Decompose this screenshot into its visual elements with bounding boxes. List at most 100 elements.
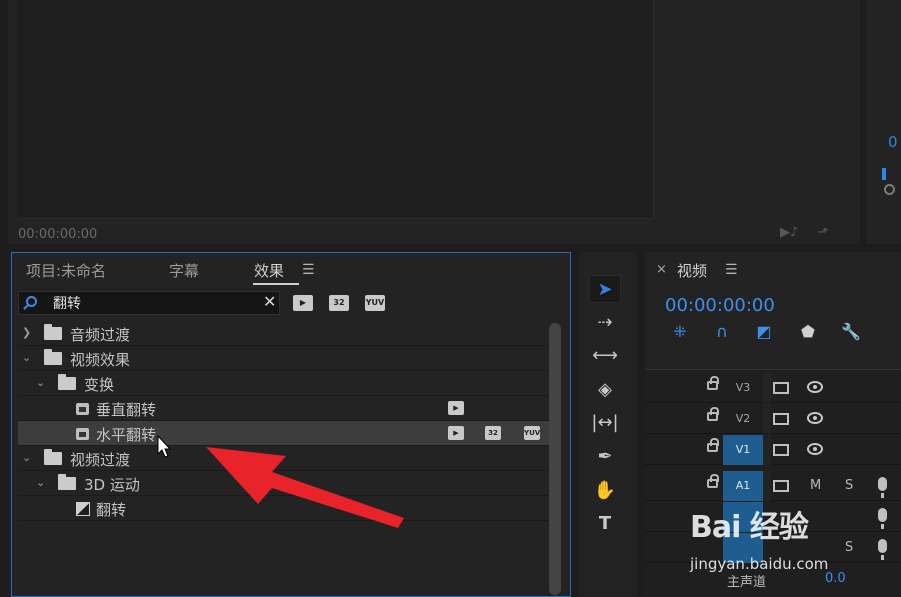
track-name[interactable]: V2	[723, 404, 763, 434]
tab-captions[interactable]: 字幕	[169, 260, 199, 281]
chevron-down-icon[interactable]: ⌄	[36, 476, 46, 489]
program-timecode[interactable]: 00:00:00:00	[18, 227, 97, 242]
tree-item-vertical-flip[interactable]: 垂直翻转 ▶	[18, 396, 550, 421]
tree-item-label: 视频效果	[70, 351, 131, 369]
track-a1[interactable]: A1 M S	[645, 471, 901, 501]
chevron-down-icon[interactable]: ⌄	[22, 351, 32, 364]
yuv-icon[interactable]: YUV	[365, 295, 385, 311]
tree-item-video-transitions[interactable]: ⌄ 视频过渡	[18, 446, 550, 471]
track-v3[interactable]: V3	[645, 373, 901, 403]
baidu-jingyan-watermark: Bai 经验	[690, 510, 809, 545]
snap-icon[interactable]: ∩	[711, 322, 733, 342]
tab-effects[interactable]: 效果	[254, 260, 284, 281]
tree-item-label: 翻转	[96, 501, 127, 519]
clear-search-icon[interactable]: ✕	[263, 292, 276, 311]
tree-item-label: 视频过渡	[70, 451, 131, 469]
search-icon	[26, 296, 37, 307]
chevron-down-icon[interactable]: ⌄	[22, 451, 32, 464]
effects-panel: 项目:未命名 字幕 效果 ☰ ✕ ▶ 32 YUV ❯ 音频过渡 ⌄ 视频效果	[11, 252, 571, 597]
32-bit-icon[interactable]: 32	[329, 295, 349, 311]
track-name[interactable]: V3	[723, 373, 763, 403]
accelerated-effects-icon[interactable]: ▶	[293, 295, 313, 311]
microphone-icon[interactable]	[878, 508, 887, 529]
effects-search-input[interactable]	[53, 295, 253, 311]
lock-icon[interactable]	[707, 438, 719, 452]
tree-item-audio-transitions[interactable]: ❯ 音频过渡	[18, 321, 550, 346]
effects-scrollbar[interactable]	[549, 323, 561, 595]
eye-icon[interactable]	[807, 412, 823, 424]
video-effect-icon	[76, 428, 89, 440]
accelerated-effects-icon: ▶	[448, 401, 464, 415]
program-monitor-screen	[18, 0, 654, 219]
audio-scrub-icon[interactable]: ▶♪	[780, 226, 798, 240]
tree-item-label: 变换	[84, 376, 115, 394]
solo-button[interactable]: S	[845, 540, 853, 555]
slip-icon[interactable]: |↔|	[589, 409, 621, 437]
chevron-right-icon[interactable]: ❯	[22, 326, 32, 339]
lock-icon[interactable]	[707, 376, 719, 390]
lock-icon[interactable]	[707, 474, 719, 488]
microphone-icon[interactable]	[878, 477, 887, 498]
eye-icon[interactable]	[807, 381, 823, 393]
hand-icon[interactable]: ✋	[589, 477, 621, 505]
source-timecode[interactable]: 0	[888, 133, 898, 151]
active-tab-indicator	[253, 283, 299, 285]
tree-item-horizontal-flip[interactable]: 水平翻转 ▶ 32 YUV	[18, 421, 550, 446]
pen-icon[interactable]: ✒	[589, 443, 621, 471]
eye-icon[interactable]	[807, 443, 823, 455]
folder-icon	[44, 349, 62, 365]
source-scrub-handle-icon[interactable]	[884, 184, 895, 195]
hamburger-icon[interactable]: ☰	[725, 262, 738, 278]
selection-tool-icon[interactable]: ➤	[589, 275, 621, 303]
tree-item-label: 水平翻转	[96, 426, 157, 444]
track-v1[interactable]: V1	[645, 435, 901, 465]
tree-item-flip-transition[interactable]: 翻转	[18, 496, 550, 521]
tree-item-video-effects[interactable]: ⌄ 视频效果	[18, 346, 550, 371]
folder-icon	[44, 449, 62, 465]
source-playhead[interactable]	[882, 168, 886, 180]
tree-item-transform[interactable]: ⌄ 变换	[18, 371, 550, 396]
ripple-edit-icon[interactable]: ⟷	[589, 342, 621, 370]
track-separator	[763, 373, 771, 403]
tree-item-3d-motion[interactable]: ⌄ 3D 运动	[18, 471, 550, 496]
hamburger-icon[interactable]: ☰	[302, 262, 315, 278]
chevron-down-icon[interactable]: ⌄	[36, 376, 46, 389]
tree-item-label: 垂直翻转	[96, 401, 157, 419]
timeline-timecode[interactable]: 00:00:00:00	[665, 295, 775, 316]
microphone-icon[interactable]	[878, 539, 887, 560]
effects-search-box[interactable]: ✕	[18, 291, 280, 315]
marker-icon[interactable]: ⬟	[797, 322, 819, 342]
close-icon[interactable]: ×	[656, 262, 667, 277]
export-frame-icon[interactable]: ⬏	[814, 226, 832, 240]
tree-item-label: 音频过渡	[70, 326, 131, 344]
32-bit-icon: 32	[485, 426, 501, 440]
timeline-ruler[interactable]	[645, 344, 901, 370]
solo-button[interactable]: S	[845, 478, 853, 493]
sync-lock-icon[interactable]	[773, 413, 789, 425]
lock-icon[interactable]	[707, 407, 719, 421]
sync-lock-icon[interactable]	[773, 382, 789, 394]
sync-lock-icon[interactable]	[773, 480, 789, 492]
tools-panel: ➤ ⇢ ⟷ ◈ |↔| ✒ ✋ T	[579, 252, 637, 597]
nest-icon[interactable]: ⁜	[669, 322, 691, 342]
wrench-icon[interactable]: 🔧	[840, 322, 862, 342]
tree-item-label: 3D 运动	[84, 476, 140, 494]
track-v2[interactable]: V2	[645, 404, 901, 434]
track-name[interactable]: V1	[723, 435, 763, 465]
track-separator	[763, 471, 771, 501]
timeline-tab-title[interactable]: 视频	[677, 260, 707, 281]
video-effect-icon	[76, 403, 89, 415]
track-select-forward-icon[interactable]: ⇢	[589, 309, 621, 337]
master-track-label: 主声道	[727, 575, 767, 590]
tab-project[interactable]: 项目:未命名	[26, 260, 106, 281]
type-tool-icon[interactable]: T	[589, 510, 621, 538]
mute-button[interactable]: M	[810, 478, 821, 493]
master-volume-value[interactable]: 0.0	[825, 571, 846, 586]
track-name[interactable]: A1	[723, 471, 763, 501]
sync-lock-icon[interactable]	[773, 444, 789, 456]
folder-icon	[58, 474, 76, 490]
linked-selection-icon[interactable]: ◩	[753, 322, 775, 342]
razor-icon[interactable]: ◈	[589, 376, 621, 404]
source-monitor-panel: 0	[866, 0, 901, 244]
track-separator	[763, 435, 771, 465]
